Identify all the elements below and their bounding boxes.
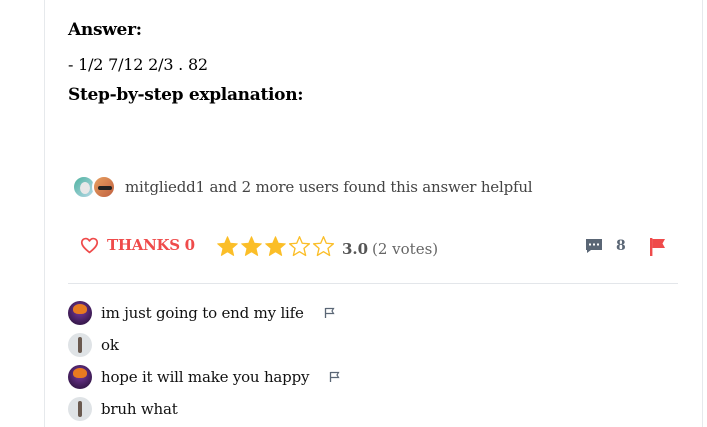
rating-stars[interactable]	[216, 235, 336, 258]
avatar[interactable]	[92, 175, 116, 199]
flag-icon	[650, 238, 665, 256]
comment-text: hope it will make you happy	[101, 368, 310, 386]
small-flag-icon	[330, 371, 340, 382]
rating-votes: (2 votes)	[372, 240, 439, 258]
divider	[68, 283, 678, 284]
report-button[interactable]	[649, 237, 667, 261]
star-empty-icon[interactable]	[312, 235, 335, 258]
comment-text: im just going to end my life	[101, 304, 304, 322]
thanks-button[interactable]: THANKS 0	[80, 236, 195, 254]
content-left-border	[44, 0, 45, 427]
thanks-label: THANKS 0	[107, 236, 195, 254]
helpful-summary: mitgliedd1 and 2 more users found this a…	[72, 174, 533, 200]
comment-icon	[586, 239, 602, 253]
star-filled-icon[interactable]	[240, 235, 263, 258]
comment-item: bruh what	[68, 396, 178, 422]
heart-icon	[80, 237, 99, 253]
comment-text: bruh what	[101, 400, 178, 418]
avatar[interactable]	[68, 365, 92, 389]
comment-text: ok	[101, 336, 119, 354]
comment-item: ok	[68, 332, 119, 358]
step-by-step-heading: Step-by-step explanation:	[68, 85, 304, 105]
report-comment-button[interactable]	[329, 368, 340, 387]
small-flag-icon	[324, 307, 335, 318]
rating-value: 3.0	[342, 240, 369, 258]
comment-item: im just going to end my life	[68, 300, 335, 326]
star-filled-icon[interactable]	[216, 235, 239, 258]
answer-body: - 1/2 7/12 2/3 . 82	[68, 55, 208, 74]
comment-count: 8	[616, 238, 626, 254]
avatar[interactable]	[68, 301, 92, 325]
answer-heading: Answer:	[68, 20, 142, 40]
helpful-text: mitgliedd1 and 2 more users found this a…	[125, 178, 533, 196]
star-empty-icon[interactable]	[288, 235, 311, 258]
comments-button[interactable]: 8	[585, 238, 626, 254]
avatar[interactable]	[68, 333, 92, 357]
comment-item: hope it will make you happy	[68, 364, 340, 390]
avatar[interactable]	[68, 397, 92, 421]
answer-actions: THANKS 0 3.0 (2 votes) 8	[80, 234, 670, 262]
content-right-border	[702, 0, 703, 427]
star-filled-icon[interactable]	[264, 235, 287, 258]
report-comment-button[interactable]	[324, 304, 335, 323]
